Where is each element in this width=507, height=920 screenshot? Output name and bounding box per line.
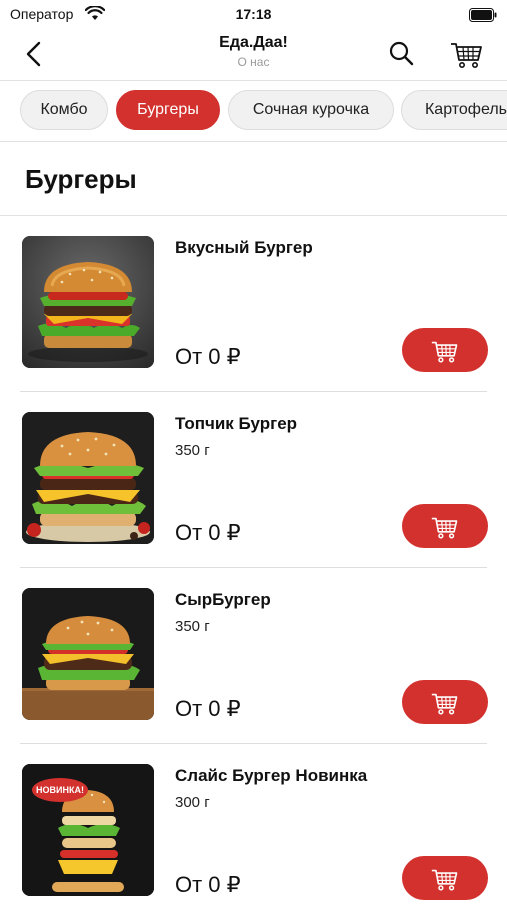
product-image-burger: [22, 588, 154, 720]
cart-icon: [431, 341, 458, 363]
search-button[interactable]: [386, 38, 418, 70]
product-item[interactable]: Топчик Бургер 350 г От 0 ₽: [0, 392, 507, 568]
cart-icon: [431, 869, 458, 891]
chip-kombo[interactable]: Комбо: [20, 90, 108, 130]
chip-potatoes[interactable]: Картофель: [401, 90, 507, 130]
add-to-cart-button[interactable]: [402, 680, 488, 724]
battery-icon: [469, 8, 497, 27]
category-chips: Комбо Бургеры Сочная курочка Картофель: [0, 81, 507, 142]
add-to-cart-button[interactable]: [402, 856, 488, 900]
product-name: Топчик Бургер: [175, 414, 298, 433]
status-bar: Оператор 17:18: [0, 0, 507, 30]
status-time: 17:18: [235, 6, 272, 22]
cart-icon: [431, 517, 458, 539]
product-price: От 0 ₽: [175, 344, 241, 369]
nav-title-block: Еда.Даа! О нас: [0, 34, 507, 69]
product-price: От 0 ₽: [175, 520, 241, 545]
nav-bar: Еда.Даа! О нас: [0, 28, 507, 81]
chip-chicken[interactable]: Сочная курочка: [228, 90, 394, 130]
product-name: Слайс Бургер Новинка: [175, 766, 368, 785]
add-to-cart-button[interactable]: [402, 328, 488, 372]
cart-button[interactable]: [449, 36, 485, 70]
add-to-cart-button[interactable]: [402, 504, 488, 548]
product-name: СырБургер: [175, 590, 271, 609]
product-item[interactable]: НОВИНКА! Слайс Бургер Новинка 300 г От 0…: [0, 744, 507, 920]
chip-burgers[interactable]: Бургеры: [116, 90, 220, 130]
search-icon: [389, 41, 414, 66]
product-item[interactable]: СырБургер 350 г От 0 ₽: [0, 568, 507, 744]
cart-icon: [431, 693, 458, 715]
product-weight: 350 г: [175, 618, 210, 635]
product-weight: 350 г: [175, 442, 210, 459]
product-name: Вкусный Бургер: [175, 238, 313, 257]
cart-icon: [451, 43, 482, 68]
section-title: Бургеры: [25, 164, 137, 194]
product-item[interactable]: Вкусный Бургер От 0 ₽: [0, 216, 507, 392]
nav-title: Еда.Даа!: [219, 34, 288, 51]
product-price: От 0 ₽: [175, 696, 241, 721]
product-image-burger: [22, 236, 154, 368]
product-weight: 300 г: [175, 794, 210, 811]
product-price: От 0 ₽: [175, 872, 241, 897]
about-link[interactable]: О нас: [0, 55, 507, 69]
product-image-burger: [22, 412, 154, 544]
new-badge: НОВИНКА!: [36, 785, 84, 795]
product-image-burger: НОВИНКА!: [22, 764, 154, 896]
